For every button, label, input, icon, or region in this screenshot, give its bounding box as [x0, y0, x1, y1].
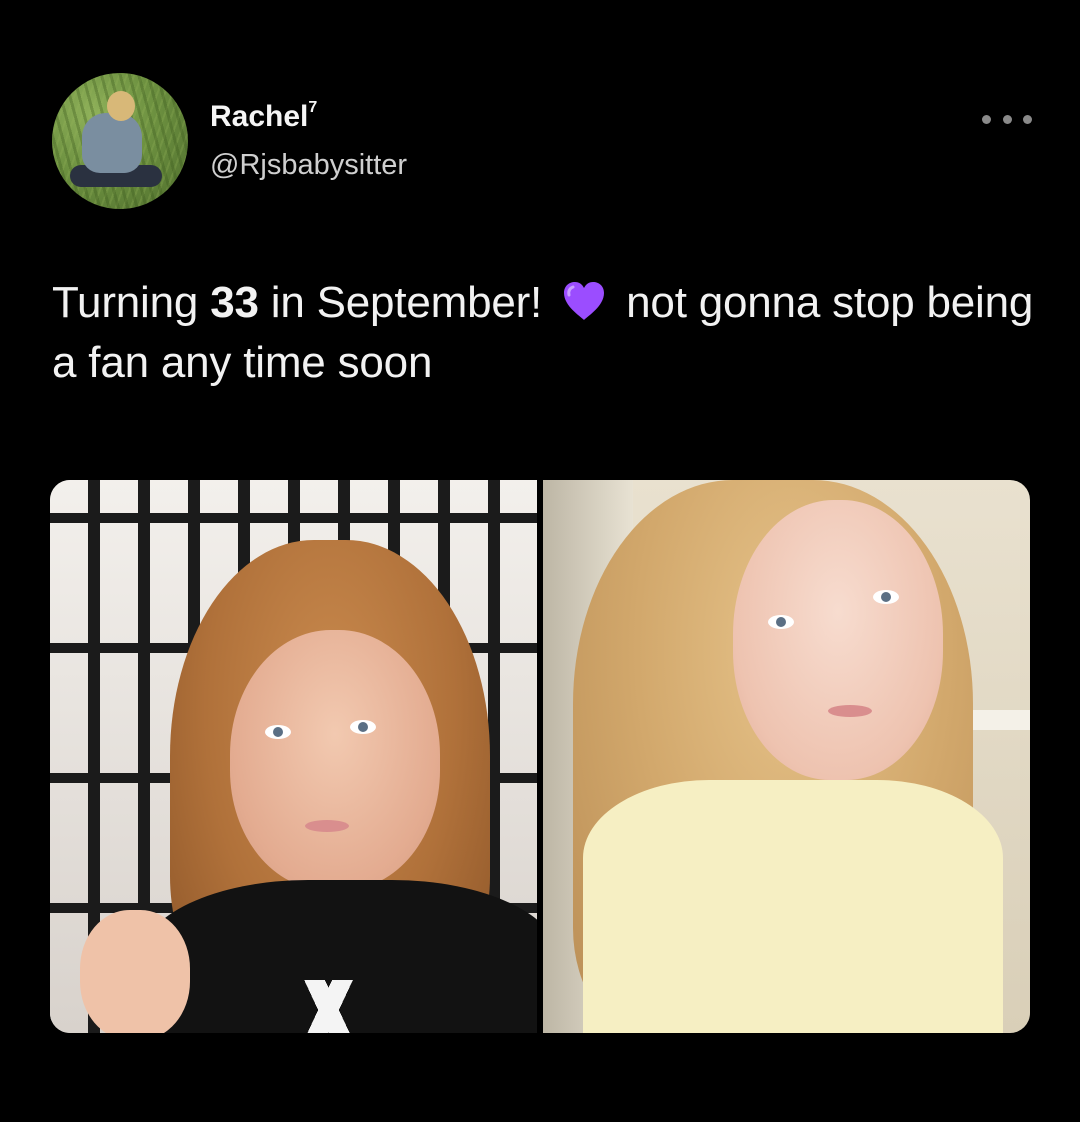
eye — [350, 720, 376, 734]
lips — [828, 705, 872, 717]
face — [733, 500, 943, 780]
tweet-text-part1: Turning — [52, 278, 211, 327]
eye — [873, 590, 899, 604]
author-name[interactable]: Rachel7 — [210, 99, 317, 134]
photo-left[interactable] — [50, 480, 537, 1033]
more-horizontal-icon[interactable] — [982, 109, 1032, 129]
tweet-text: Turning 33 in September! not gonna stop … — [52, 273, 1042, 393]
purple-heart-icon — [564, 282, 605, 320]
author-handle[interactable]: @Rjsbabysitter — [210, 149, 407, 182]
tweet-media[interactable] — [50, 480, 1030, 1033]
photo-right[interactable] — [543, 480, 1030, 1033]
avatar[interactable] — [52, 73, 188, 209]
face — [230, 630, 440, 890]
display-name[interactable]: Rachel — [210, 100, 308, 133]
name-superscript: 7 — [308, 99, 318, 116]
lips — [305, 820, 349, 832]
tweet-header: Rachel7 @Rjsbabysitter — [52, 73, 1032, 213]
tweet-text-bold: 33 — [210, 278, 259, 327]
eye — [768, 615, 794, 629]
more-dot — [1002, 114, 1012, 124]
hand — [80, 910, 190, 1033]
more-dot — [1023, 114, 1032, 124]
eye — [265, 725, 291, 739]
yellow-top — [583, 780, 1003, 1033]
avatar-figure-body — [82, 113, 142, 173]
hoodie-logo — [270, 980, 390, 1033]
tweet: Rachel7 @Rjsbabysitter Turning 33 in Sep… — [0, 0, 1080, 1122]
more-dot — [982, 114, 991, 124]
tweet-text-part2: in September! — [258, 278, 555, 327]
avatar-figure-head — [107, 91, 135, 121]
